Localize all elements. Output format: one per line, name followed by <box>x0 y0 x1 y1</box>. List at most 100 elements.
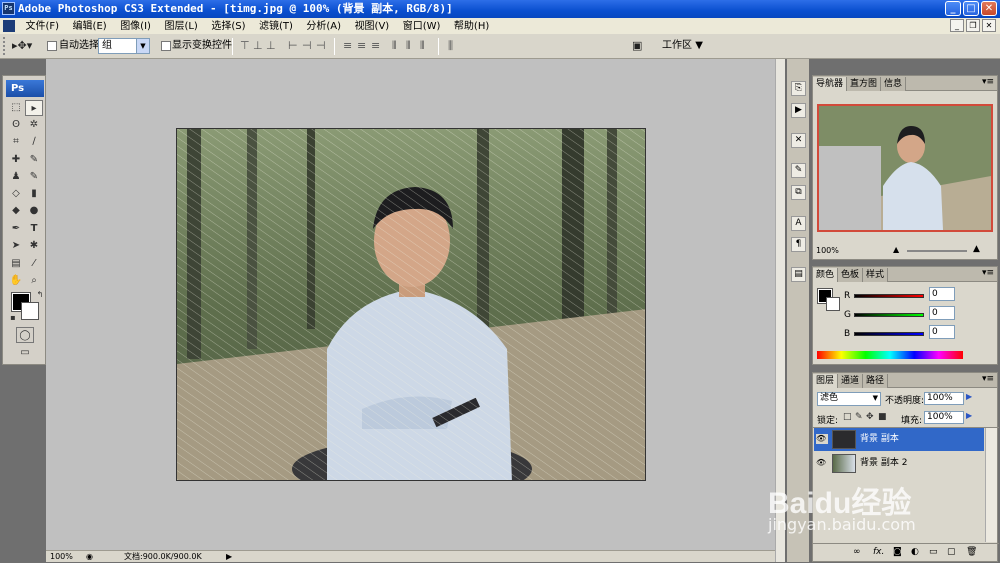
panel-menu-icon[interactable]: ▾≡ <box>982 374 994 384</box>
menu-analysis[interactable]: 分析(A) <box>301 19 346 35</box>
paragraph-panel-icon[interactable]: ¶ <box>791 237 806 252</box>
tool-presets-icon[interactable]: ✕ <box>791 133 806 148</box>
color-bg-swatch[interactable] <box>826 297 840 311</box>
distribute-hcenter-icon[interactable]: ⫴ <box>406 39 411 53</box>
history-brush-icon[interactable]: ✎ <box>25 169 43 185</box>
new-group-icon[interactable]: ▭ <box>929 547 938 557</box>
document-canvas[interactable] <box>176 128 646 481</box>
layer-row-1[interactable]: 👁 背景 副本 2 <box>814 452 984 475</box>
auto-select-dropdown[interactable]: 组 ▼ <box>98 38 150 54</box>
dodge-tool-icon[interactable]: ● <box>25 203 43 219</box>
history-panel-icon[interactable]: ⎘ <box>791 81 806 96</box>
healing-brush-icon[interactable]: ✚ <box>7 152 25 168</box>
path-selection-icon[interactable]: ➤ <box>7 238 25 254</box>
panel-menu-icon[interactable]: ▾≡ <box>982 268 994 278</box>
workspace-button[interactable]: 工作区 ▼ <box>662 39 703 53</box>
minimize-button[interactable]: _ <box>945 1 961 16</box>
align-vcenter-icon[interactable]: ⊥ <box>253 39 263 53</box>
distribute-right-icon[interactable]: ⫴ <box>420 39 425 53</box>
opacity-arrow-icon[interactable]: ▶ <box>966 392 972 401</box>
move-tool-icon[interactable]: ▸ <box>25 100 43 116</box>
panel-menu-icon[interactable]: ▾≡ <box>982 77 994 87</box>
channel-g-input[interactable]: 0 <box>929 306 955 320</box>
opacity-input[interactable]: 100% <box>924 392 964 405</box>
notes-tool-icon[interactable]: ▤ <box>7 256 25 272</box>
delete-layer-icon[interactable]: 🗑 <box>966 547 977 557</box>
slice-tool-icon[interactable]: ∕ <box>25 134 43 150</box>
maximize-button[interactable]: □ <box>963 1 979 16</box>
menu-file[interactable]: 文件(F) <box>21 19 65 35</box>
move-tool-icon[interactable]: ▸✥▾ <box>12 39 32 53</box>
auto-align-icon[interactable]: ⫼ <box>448 39 453 53</box>
menu-image[interactable]: 图像(I) <box>115 19 156 35</box>
layer-comps-icon[interactable]: ▤ <box>791 267 806 282</box>
channel-r-slider[interactable] <box>854 294 924 298</box>
eye-icon[interactable]: 👁 <box>816 434 828 444</box>
close-button[interactable]: ✕ <box>981 1 997 16</box>
tab-swatches[interactable]: 色板 <box>838 268 864 282</box>
marquee-tool-icon[interactable]: ⬚ <box>7 100 25 116</box>
align-left-icon[interactable]: ⊢ <box>288 39 298 53</box>
auto-select-checkbox[interactable] <box>47 41 57 51</box>
menu-select[interactable]: 选择(S) <box>206 19 250 35</box>
layer-row-0[interactable]: 👁 背景 副本 <box>814 428 984 451</box>
navigator-preview[interactable] <box>817 104 993 232</box>
menu-help[interactable]: 帮助(H) <box>449 19 494 35</box>
background-color-swatch[interactable] <box>21 302 39 320</box>
status-info-icon[interactable]: ◉ <box>86 551 93 563</box>
layers-scrollbar[interactable] <box>985 428 997 542</box>
brush-tool-icon[interactable]: ✎ <box>25 152 43 168</box>
lock-transparent-icon[interactable]: □ <box>843 412 852 422</box>
channel-b-input[interactable]: 0 <box>929 325 955 339</box>
lock-position-icon[interactable]: ✥ <box>866 412 874 422</box>
channel-b-slider[interactable] <box>854 332 924 336</box>
lock-all-icon[interactable]: ■ <box>878 412 887 422</box>
eyedropper-icon[interactable]: ⁄ <box>25 256 43 272</box>
align-bottom-icon[interactable]: ⊥ <box>266 39 276 53</box>
align-top-icon[interactable]: ⊤ <box>240 39 250 53</box>
clone-stamp-icon[interactable]: ♟ <box>7 169 25 185</box>
actions-panel-icon[interactable]: ▶ <box>791 103 806 118</box>
show-transform-checkbox[interactable] <box>161 41 171 51</box>
eraser-tool-icon[interactable]: ◇ <box>7 186 25 202</box>
zoom-in-icon[interactable]: ▲ <box>973 244 980 254</box>
quick-mask-icon[interactable]: ◯ <box>16 327 34 343</box>
layer-style-icon[interactable]: fx. <box>873 547 884 557</box>
default-colors-icon[interactable]: ▪ <box>4 310 22 326</box>
tab-histogram[interactable]: 直方图 <box>847 77 882 91</box>
pen-tool-icon[interactable]: ✒ <box>7 221 25 237</box>
new-layer-icon[interactable]: ▢ <box>947 547 956 557</box>
link-layers-icon[interactable]: ∞ <box>853 547 861 557</box>
blur-tool-icon[interactable]: ◆ <box>7 203 25 219</box>
menu-window[interactable]: 窗口(W) <box>398 19 446 35</box>
adjustment-layer-icon[interactable]: ◐ <box>911 547 919 557</box>
type-tool-icon[interactable]: T <box>25 221 43 237</box>
document-icon[interactable] <box>3 20 15 32</box>
doc-minimize-button[interactable]: _ <box>950 19 964 32</box>
eye-icon[interactable]: 👁 <box>816 458 828 468</box>
brushes-panel-icon[interactable]: ✎ <box>791 163 806 178</box>
fill-arrow-icon[interactable]: ▶ <box>966 411 972 420</box>
lasso-tool-icon[interactable]: ʘ <box>7 117 25 133</box>
status-zoom[interactable]: 100% <box>50 551 73 563</box>
lock-image-icon[interactable]: ✎ <box>855 412 863 422</box>
distribute-bottom-icon[interactable]: ≡ <box>371 39 380 53</box>
tab-info[interactable]: 信息 <box>881 77 907 91</box>
distribute-vcenter-icon[interactable]: ≡ <box>357 39 366 53</box>
doc-restore-button[interactable]: ❐ <box>966 19 980 32</box>
screen-mode-icon[interactable]: ▭ <box>16 345 34 361</box>
doc-close-button[interactable]: ✕ <box>982 19 996 32</box>
navigator-zoom[interactable]: 100% <box>816 246 839 255</box>
channel-g-slider[interactable] <box>854 313 924 317</box>
tab-navigator[interactable]: 导航器 <box>813 77 848 91</box>
tab-channels[interactable]: 通道 <box>838 374 864 388</box>
tab-paths[interactable]: 路径 <box>863 374 889 388</box>
menu-filter[interactable]: 滤镜(T) <box>254 19 298 35</box>
zoom-out-icon[interactable]: ▲ <box>893 245 899 254</box>
shape-tool-icon[interactable]: ✱ <box>25 238 43 254</box>
options-grip[interactable] <box>3 37 6 55</box>
layer-mask-icon[interactable]: ◙ <box>893 547 902 557</box>
tab-color[interactable]: 颜色 <box>813 268 839 282</box>
channel-r-input[interactable]: 0 <box>929 287 955 301</box>
menu-layer[interactable]: 图层(L) <box>159 19 202 35</box>
